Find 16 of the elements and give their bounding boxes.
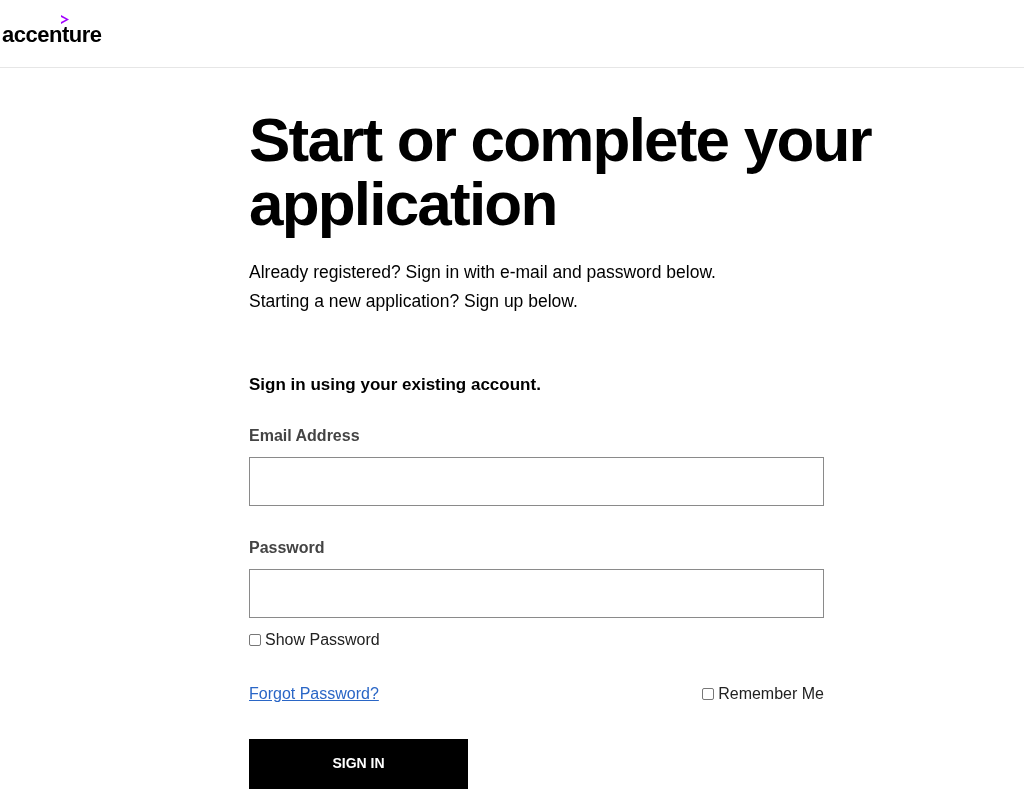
- checkbox[interactable]: [702, 687, 715, 700]
- input-field[interactable]: [249, 568, 824, 618]
- input-field[interactable]: [249, 456, 824, 506]
- checkbox-label: Show Password: [265, 629, 380, 650]
- checkbox[interactable]: [249, 633, 261, 646]
- intro-text: Starting a new application? Sign up below.: [249, 290, 579, 313]
- logo[interactable]: accenture: [2, 24, 102, 46]
- checkbox-label: Remember Me: [718, 683, 824, 704]
- chevron-icon: [60, 14, 70, 25]
- intro-text: Already registered? Sign in with e-mail and password below.: [249, 261, 717, 284]
- field-label: Email Address: [249, 425, 361, 446]
- section-heading: Sign in using your existing account.: [249, 374, 542, 396]
- field-label: Password: [249, 537, 326, 558]
- sign-in-button[interactable]: SIGN IN: [249, 738, 468, 789]
- forgot-password-link[interactable]: Forgot Password?: [249, 681, 379, 706]
- page-title: Start or complete your application: [249, 108, 873, 236]
